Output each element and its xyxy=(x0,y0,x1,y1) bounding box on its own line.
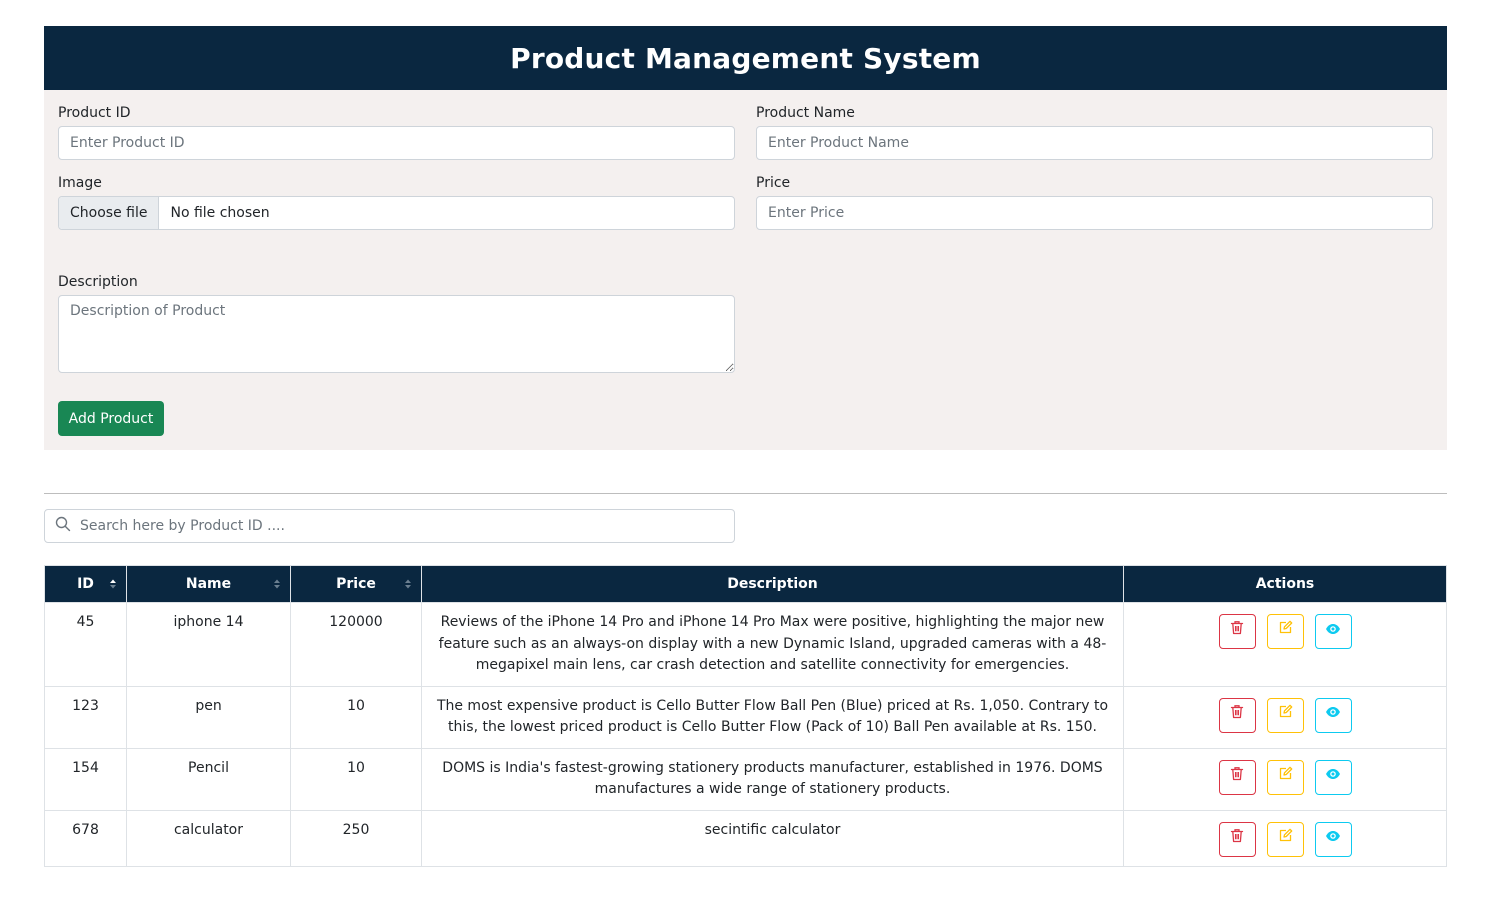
sort-icon[interactable] xyxy=(404,578,412,594)
trash-icon xyxy=(1230,620,1244,643)
eye-icon xyxy=(1325,766,1341,788)
delete-button[interactable] xyxy=(1218,614,1256,649)
view-button[interactable] xyxy=(1314,697,1352,733)
cell-description: Reviews of the iPhone 14 Pro and iPhone … xyxy=(421,602,1124,687)
edit-icon xyxy=(1278,828,1293,851)
cell-name: Pencil xyxy=(126,747,291,811)
column-header-price[interactable]: Price xyxy=(290,565,422,603)
cell-name: pen xyxy=(126,685,291,749)
edit-button[interactable] xyxy=(1266,821,1304,857)
price-input[interactable] xyxy=(756,196,1433,230)
search-input[interactable] xyxy=(80,518,734,534)
view-button[interactable] xyxy=(1314,759,1352,795)
cell-description: secintific calculator xyxy=(421,809,1124,867)
image-file-input[interactable]: Choose file No file chosen xyxy=(58,196,735,230)
product-id-label: Product ID xyxy=(58,105,131,121)
row-actions xyxy=(1136,759,1434,795)
delete-button[interactable] xyxy=(1218,821,1256,857)
row-actions xyxy=(1136,614,1434,649)
cell-price: 120000 xyxy=(290,602,422,687)
description-label: Description xyxy=(58,274,138,290)
edit-icon xyxy=(1278,620,1293,643)
table-header-row: ID Name Price Description Actions xyxy=(44,565,1447,603)
cell-name: iphone 14 xyxy=(126,602,291,687)
cell-price: 250 xyxy=(290,809,422,867)
edit-button[interactable] xyxy=(1266,614,1304,649)
cell-actions xyxy=(1123,602,1447,687)
cell-id: 154 xyxy=(44,747,127,811)
trash-icon xyxy=(1230,766,1244,789)
description-textarea[interactable] xyxy=(58,295,735,373)
choose-file-button[interactable]: Choose file xyxy=(59,197,160,229)
view-button[interactable] xyxy=(1314,821,1352,857)
search-icon xyxy=(45,516,80,536)
eye-icon xyxy=(1325,621,1341,643)
column-header-actions: Actions xyxy=(1123,565,1447,603)
column-header-id[interactable]: ID xyxy=(44,565,127,603)
add-product-button[interactable]: Add Product xyxy=(58,401,164,436)
trash-icon xyxy=(1230,704,1244,727)
trash-icon xyxy=(1230,828,1244,851)
file-status: No file chosen xyxy=(170,205,270,221)
eye-icon xyxy=(1325,704,1341,726)
product-name-input[interactable] xyxy=(756,126,1433,160)
cell-description: DOMS is India's fastest-growing statione… xyxy=(421,747,1124,811)
row-actions xyxy=(1136,821,1434,857)
image-label: Image xyxy=(58,175,102,191)
cell-actions xyxy=(1123,809,1447,867)
edit-button[interactable] xyxy=(1266,759,1304,795)
section-divider xyxy=(44,493,1447,494)
edit-button[interactable] xyxy=(1266,697,1304,733)
sort-icon[interactable] xyxy=(273,578,281,594)
edit-icon xyxy=(1278,704,1293,727)
eye-icon xyxy=(1325,828,1341,850)
product-id-input[interactable] xyxy=(58,126,735,160)
cell-id: 123 xyxy=(44,685,127,749)
product-form: Product ID Product Name Image Choose fil… xyxy=(44,90,1447,450)
cell-name: calculator xyxy=(126,809,291,867)
delete-button[interactable] xyxy=(1218,759,1256,795)
view-button[interactable] xyxy=(1314,614,1352,649)
product-name-label: Product Name xyxy=(756,105,855,121)
table-row: 45 iphone 14 120000 Reviews of the iPhone 1… xyxy=(44,602,1447,687)
column-header-name[interactable]: Name xyxy=(126,565,291,603)
table-row: 154 Pencil 10 DOMS is India's fastest-growi… xyxy=(44,747,1447,811)
cell-id: 678 xyxy=(44,809,127,867)
row-actions xyxy=(1136,697,1434,733)
cell-id: 45 xyxy=(44,602,127,687)
cell-price: 10 xyxy=(290,685,422,749)
page-header: Product Management System xyxy=(44,26,1447,90)
price-label: Price xyxy=(756,175,791,191)
cell-actions xyxy=(1123,747,1447,811)
page-title: Product Management System xyxy=(510,41,981,75)
cell-description: The most expensive product is Cello Butt… xyxy=(421,685,1124,749)
cell-price: 10 xyxy=(290,747,422,811)
table-row: 678 calculator 250 secintific calculator xyxy=(44,809,1447,867)
table-row: 123 pen 10 The most expensive product is Ce… xyxy=(44,685,1447,749)
products-table: ID Name Price Description Actions 45 ipho… xyxy=(44,565,1447,867)
edit-icon xyxy=(1278,766,1293,789)
delete-button[interactable] xyxy=(1218,697,1256,733)
cell-actions xyxy=(1123,685,1447,749)
search-bar[interactable] xyxy=(44,509,735,543)
column-header-description: Description xyxy=(421,565,1124,603)
sort-icon[interactable] xyxy=(109,578,117,594)
